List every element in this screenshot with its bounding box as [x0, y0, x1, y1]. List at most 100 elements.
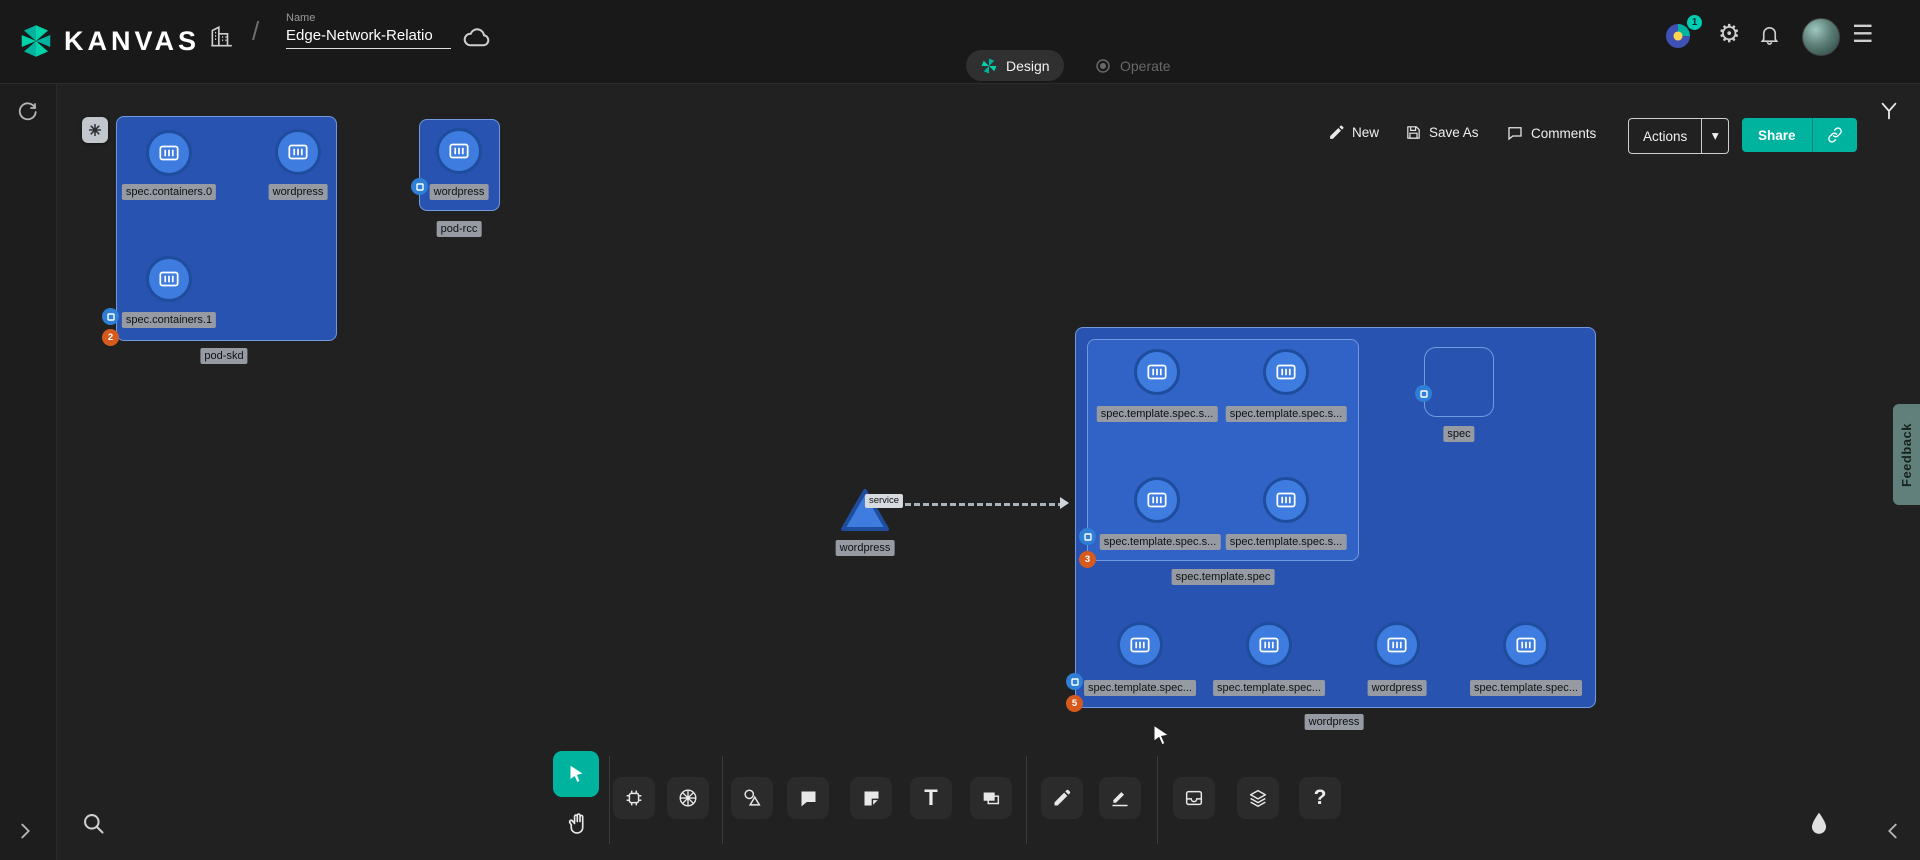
notification-count-badge: 1: [1687, 15, 1702, 30]
layers-tool-button[interactable]: [1237, 777, 1279, 819]
container-node[interactable]: [1246, 622, 1292, 668]
pod-badge-icon[interactable]: [102, 308, 119, 325]
extensions-badge-button[interactable]: 1: [1662, 20, 1696, 54]
container-node-wordpress[interactable]: [275, 129, 321, 175]
kanvas-logo[interactable]: KANVAS: [18, 23, 200, 59]
container-node[interactable]: [1134, 349, 1180, 395]
container-node-spec-containers-0[interactable]: [146, 130, 192, 176]
tab-design-label: Design: [1006, 58, 1050, 74]
components-tool-button[interactable]: [613, 777, 655, 819]
comment-tool-button[interactable]: [787, 777, 829, 819]
issue-count-badge[interactable]: 2: [102, 329, 119, 346]
node-label: spec.containers.1: [122, 312, 216, 328]
service-edge[interactable]: [896, 503, 1064, 506]
caret-down-icon: ▾: [1712, 128, 1719, 144]
group-spec[interactable]: [1424, 347, 1494, 417]
shapes-panel-toggle-icon[interactable]: [1878, 100, 1900, 122]
container-node[interactable]: [1263, 477, 1309, 523]
mouse-cursor: [1148, 722, 1174, 753]
shapes-tool-button[interactable]: [731, 777, 773, 819]
node-label: spec.template.spec.s...: [1097, 406, 1218, 422]
share-button-group: Share: [1742, 118, 1857, 152]
shapes-icon: [741, 787, 763, 809]
drawer-icon: [1183, 787, 1205, 809]
node-label: spec.template.spec.s...: [1226, 534, 1347, 550]
user-avatar[interactable]: [1802, 18, 1840, 56]
feedback-tab[interactable]: Feedback: [1893, 404, 1920, 505]
group-label-spec: spec: [1443, 426, 1474, 442]
collapse-right-panel-chevron-icon[interactable]: [1882, 820, 1904, 842]
actions-button[interactable]: Actions: [1629, 119, 1701, 153]
container-node-wordpress-rcc[interactable]: [436, 128, 482, 174]
draw-tool-button[interactable]: [1041, 777, 1083, 819]
node-label: spec.template.spec...: [1213, 680, 1325, 696]
ink-drop-icon[interactable]: [1806, 810, 1832, 836]
hand-icon: [565, 810, 590, 835]
layers-icon: [1247, 787, 1269, 809]
kubernetes-tool-button[interactable]: [667, 777, 709, 819]
sticker-icon: [861, 788, 882, 809]
rectangle-icon: [980, 787, 1002, 809]
actions-split-button: Actions ▾: [1628, 118, 1729, 154]
new-button[interactable]: New: [1328, 124, 1379, 141]
design-icon: [980, 57, 998, 75]
select-tool-button[interactable]: [553, 751, 599, 797]
save-icon: [1405, 124, 1422, 141]
node-label: spec.template.spec.s...: [1226, 406, 1347, 422]
cloud-save-icon[interactable]: [462, 24, 492, 54]
container-node[interactable]: [1503, 622, 1549, 668]
group-spec-template-spec[interactable]: [1087, 339, 1359, 561]
text-tool-button[interactable]: T: [910, 777, 952, 819]
organization-icon[interactable]: [208, 24, 234, 50]
container-icon: [1513, 632, 1539, 658]
group-toolbox-icon[interactable]: [82, 117, 108, 143]
tab-operate[interactable]: Operate: [1080, 50, 1185, 81]
operate-icon: [1094, 57, 1112, 75]
rectangle-tool-button[interactable]: [970, 777, 1012, 819]
help-button[interactable]: ?: [1299, 777, 1341, 819]
pod-badge-icon[interactable]: [1066, 673, 1083, 690]
actions-dropdown-button[interactable]: ▾: [1701, 119, 1728, 153]
pan-tool-button[interactable]: [556, 801, 598, 843]
sticker-tool-button[interactable]: [850, 777, 892, 819]
container-node[interactable]: [1263, 349, 1309, 395]
node-label: spec.template.spec.s...: [1100, 534, 1221, 550]
tab-design[interactable]: Design: [966, 50, 1064, 81]
pencil-icon: [1328, 124, 1345, 141]
container-node[interactable]: [1117, 622, 1163, 668]
chip-icon: [623, 787, 645, 809]
container-icon: [285, 139, 311, 165]
sync-refresh-icon[interactable]: [15, 99, 39, 123]
pencil-icon: [1052, 788, 1072, 808]
comments-button[interactable]: Comments: [1506, 124, 1596, 142]
help-icon: ?: [1314, 786, 1327, 810]
save-as-button[interactable]: Save As: [1405, 124, 1479, 141]
share-button[interactable]: Share: [1742, 118, 1812, 152]
container-icon: [1127, 632, 1153, 658]
pod-badge-icon[interactable]: [411, 178, 428, 195]
tab-operate-label: Operate: [1120, 58, 1171, 74]
menu-hamburger-icon[interactable]: ☰: [1852, 20, 1874, 49]
drawer-tool-button[interactable]: [1173, 777, 1215, 819]
kubernetes-wheel-icon: [677, 787, 699, 809]
pod-badge-icon[interactable]: [1079, 528, 1096, 545]
group-label-pod-skd: pod-skd: [200, 348, 247, 364]
design-name-input[interactable]: [286, 25, 451, 49]
left-rail: [0, 83, 57, 860]
copy-link-button[interactable]: [1812, 118, 1857, 152]
zoom-search-button[interactable]: [80, 810, 107, 837]
feedback-label: Feedback: [1899, 423, 1914, 487]
notifications-bell-icon[interactable]: [1758, 23, 1781, 46]
expand-left-panel-chevron-icon[interactable]: [14, 820, 36, 842]
container-node-spec-containers-1[interactable]: [146, 256, 192, 302]
container-node[interactable]: [1134, 477, 1180, 523]
issue-count-badge[interactable]: 3: [1079, 551, 1096, 568]
comment-icon: [798, 788, 819, 809]
annotate-tool-button[interactable]: [1099, 777, 1141, 819]
container-node[interactable]: [1374, 622, 1420, 668]
container-icon: [1144, 487, 1170, 513]
issue-count-badge[interactable]: 5: [1066, 695, 1083, 712]
container-icon: [1384, 632, 1410, 658]
pod-badge-icon[interactable]: [1415, 385, 1432, 402]
settings-gear-icon[interactable]: ⚙: [1718, 19, 1740, 49]
